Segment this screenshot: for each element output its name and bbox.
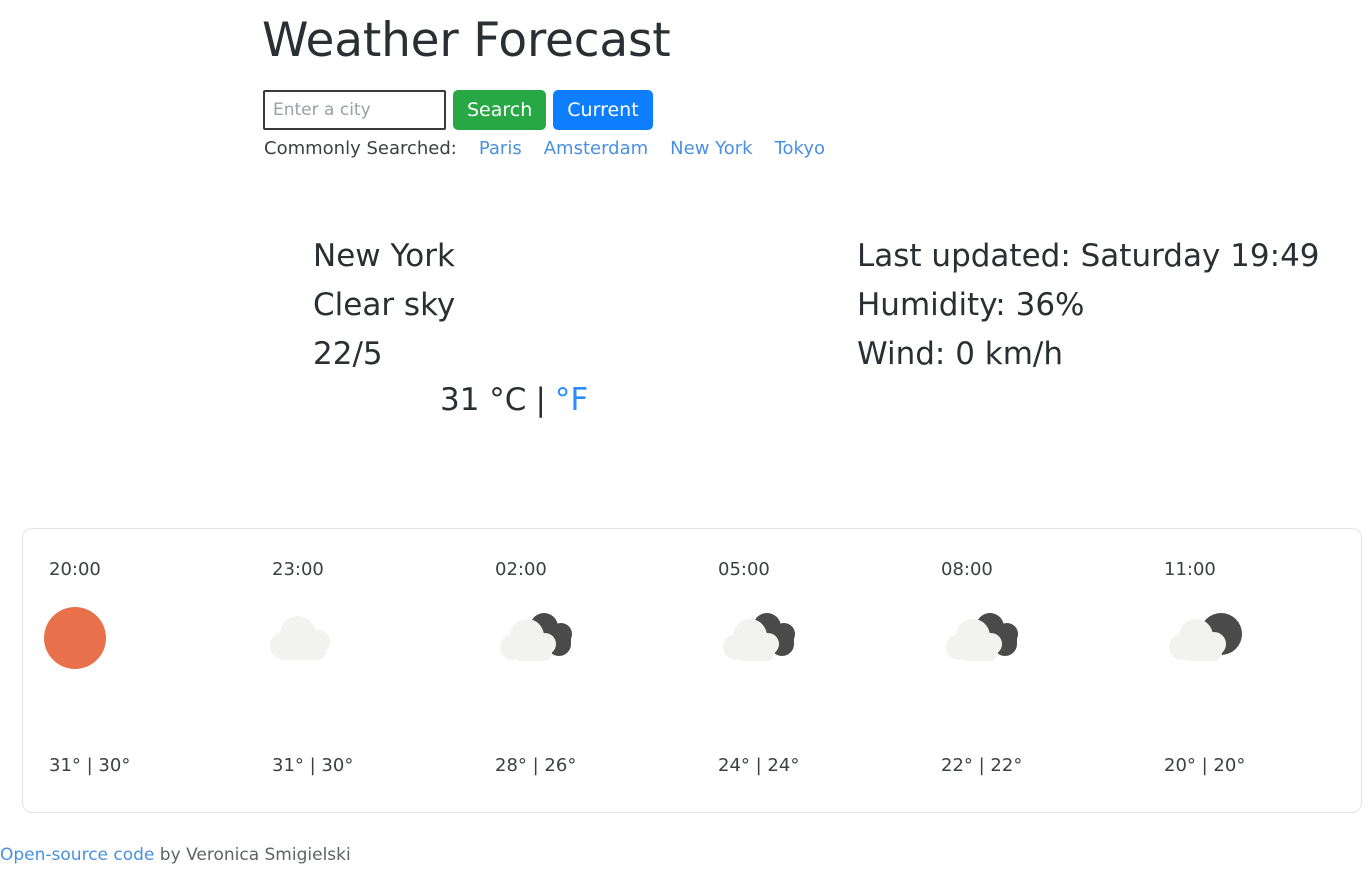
- forecast-time: 02:00: [495, 559, 547, 580]
- cloud-icon: [270, 616, 330, 660]
- current-location-button[interactable]: Current: [553, 90, 653, 130]
- forecast-temps: 31° | 30°: [272, 755, 354, 776]
- forecast-icon: [935, 606, 1045, 686]
- cloud-moon-icon: [1169, 613, 1242, 661]
- forecast-temps: 31° | 30°: [49, 755, 131, 776]
- current-weather-section: New York Clear sky 22/5 Last updated: Sa…: [0, 232, 1369, 705]
- humidity: Humidity: 36%: [857, 287, 1085, 323]
- hourly-forecast-list: 20:00 31° | 30° 23:00 31° | 30° 02:00 28…: [23, 529, 1361, 812]
- forecast-hour-item[interactable]: 11:00 20° | 20°: [1138, 529, 1361, 812]
- city-link-new-york[interactable]: New York: [670, 138, 752, 159]
- forecast-time: 23:00: [272, 559, 324, 580]
- clouds-double-icon: [723, 613, 795, 661]
- forecast-icon: [712, 606, 822, 686]
- forecast-icon: [1158, 606, 1268, 686]
- forecast-icon: [489, 606, 599, 686]
- forecast-time: 11:00: [1164, 559, 1216, 580]
- fahrenheit-toggle[interactable]: °F: [555, 382, 588, 418]
- current-weather-details: Last updated: Saturday 19:49 Humidity: 3…: [857, 232, 1320, 379]
- current-temperature: 31 °C: [440, 382, 527, 418]
- current-date: 22/5: [313, 336, 383, 372]
- forecast-hour-item[interactable]: 23:00 31° | 30°: [246, 529, 469, 812]
- city-link-tokyo[interactable]: Tokyo: [775, 138, 825, 159]
- forecast-temps: 28° | 26°: [495, 755, 577, 776]
- forecast-temps: 24° | 24°: [718, 755, 800, 776]
- hourly-forecast-card: 20:00 31° | 30° 23:00 31° | 30° 02:00 28…: [22, 528, 1362, 813]
- forecast-hour-item[interactable]: 08:00 22° | 22°: [915, 529, 1138, 812]
- temperature-unit-toggle: 31 °C | °F: [440, 380, 588, 420]
- commonly-searched-label: Commonly Searched:: [264, 138, 457, 159]
- sun-icon: [44, 607, 106, 669]
- forecast-hour-item[interactable]: 20:00 31° | 30°: [23, 529, 246, 812]
- clouds-double-icon: [500, 613, 572, 661]
- forecast-icon: [266, 606, 376, 686]
- footer-byline: by Veronica Smigielski: [154, 845, 351, 865]
- forecast-hour-item[interactable]: 02:00 28° | 26°: [469, 529, 692, 812]
- forecast-time: 05:00: [718, 559, 770, 580]
- current-weather-primary: New York Clear sky 22/5: [313, 232, 455, 379]
- commonly-searched: Commonly Searched: Paris Amsterdam New York…: [264, 138, 825, 159]
- forecast-temps: 22° | 22°: [941, 755, 1023, 776]
- search-button[interactable]: Search: [453, 90, 547, 130]
- page-title: Weather Forecast: [262, 13, 671, 68]
- search-bar: Search Current: [263, 90, 653, 130]
- current-condition: Clear sky: [313, 287, 456, 323]
- clouds-double-icon: [946, 613, 1018, 661]
- footer: Open-source code by Veronica Smigielski: [0, 845, 351, 865]
- search-input[interactable]: [263, 90, 446, 130]
- forecast-time: 20:00: [49, 559, 101, 580]
- forecast-icon: [43, 606, 153, 686]
- forecast-hour-item[interactable]: 05:00 24° | 24°: [692, 529, 915, 812]
- forecast-temps: 20° | 20°: [1164, 755, 1246, 776]
- weather-app-page: Weather Forecast Search Current Commonly…: [0, 0, 1369, 870]
- open-source-link[interactable]: Open-source code: [0, 845, 154, 865]
- forecast-time: 08:00: [941, 559, 993, 580]
- current-city: New York: [313, 238, 455, 274]
- city-link-paris[interactable]: Paris: [479, 138, 522, 159]
- unit-separator: |: [535, 382, 546, 418]
- last-updated: Last updated: Saturday 19:49: [857, 238, 1320, 274]
- city-link-amsterdam[interactable]: Amsterdam: [544, 138, 648, 159]
- wind: Wind: 0 km/h: [857, 336, 1064, 372]
